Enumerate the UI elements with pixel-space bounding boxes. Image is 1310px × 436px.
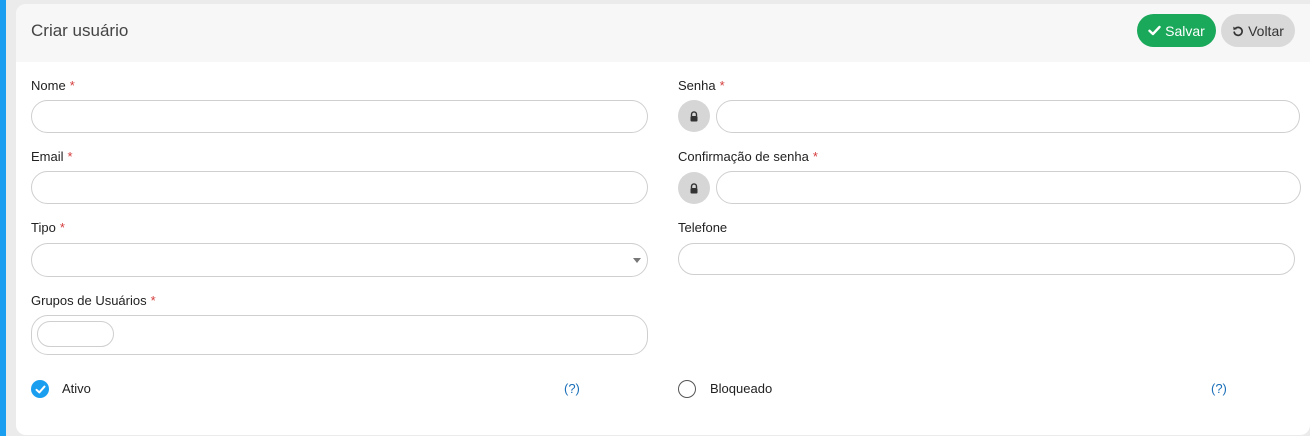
required-mark: * — [812, 149, 818, 164]
back-button-label: Voltar — [1248, 22, 1284, 39]
confirmacao-input[interactable] — [716, 171, 1301, 204]
required-mark: * — [59, 220, 65, 235]
bloqueado-checkbox[interactable] — [678, 380, 696, 398]
ativo-checkbox[interactable] — [31, 380, 49, 398]
ativo-label: Ativo — [62, 381, 91, 396]
nome-input[interactable] — [31, 100, 648, 133]
senha-input[interactable] — [716, 100, 1300, 133]
confirmacao-label: Confirmação de senha * — [678, 149, 818, 164]
check-icon — [35, 385, 45, 393]
senha-label-text: Senha — [678, 78, 716, 93]
left-accent-bar — [0, 0, 6, 436]
email-label-text: Email — [31, 149, 64, 164]
grupos-label: Grupos de Usuários * — [31, 293, 156, 308]
lock-icon — [678, 100, 710, 132]
nome-label-text: Nome — [31, 78, 66, 93]
nome-label: Nome * — [31, 78, 75, 93]
required-mark: * — [719, 78, 725, 93]
grupos-multiselect[interactable] — [31, 315, 648, 355]
create-user-card: Criar usuário Salvar Voltar Nome * Senha *… — [16, 4, 1310, 435]
check-icon — [1148, 24, 1161, 37]
card-header: Criar usuário Salvar Voltar — [16, 4, 1310, 62]
tipo-label: Tipo * — [31, 220, 65, 235]
required-mark: * — [67, 149, 73, 164]
telefone-input[interactable] — [678, 243, 1295, 275]
required-mark: * — [69, 78, 75, 93]
telefone-label-text: Telefone — [678, 220, 728, 235]
back-button[interactable]: Voltar — [1221, 14, 1295, 47]
caret-down-icon — [633, 258, 641, 263]
save-button-label: Salvar — [1165, 22, 1205, 39]
tipo-select[interactable] — [31, 243, 648, 277]
required-mark: * — [150, 293, 156, 308]
grupos-label-text: Grupos de Usuários — [31, 293, 147, 308]
telefone-label: Telefone — [678, 220, 727, 235]
page-title: Criar usuário — [31, 21, 129, 40]
bloqueado-help-link[interactable]: (?) — [1211, 381, 1227, 396]
senha-label: Senha * — [678, 78, 725, 93]
bloqueado-label: Bloqueado — [710, 381, 773, 396]
confirmacao-label-text: Confirmação de senha — [678, 149, 809, 164]
email-input[interactable] — [31, 171, 648, 204]
grupos-search-input[interactable] — [37, 321, 114, 347]
email-label: Email * — [31, 149, 73, 164]
undo-icon — [1232, 25, 1244, 37]
tipo-label-text: Tipo — [31, 220, 56, 235]
lock-icon — [678, 172, 710, 204]
ativo-help-link[interactable]: (?) — [564, 381, 580, 396]
save-button[interactable]: Salvar — [1137, 14, 1216, 47]
